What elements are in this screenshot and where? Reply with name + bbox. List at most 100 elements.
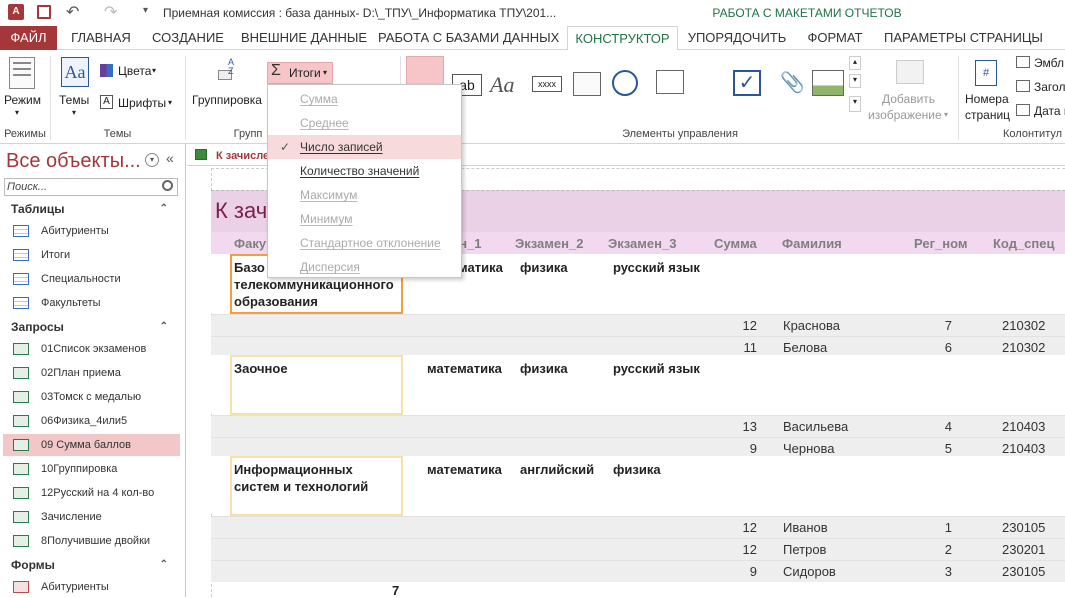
colors-chevron-icon[interactable]: ▾ — [152, 66, 156, 75]
tab-file[interactable]: ФАЙЛ — [0, 26, 57, 50]
search-icon[interactable] — [162, 180, 173, 191]
hyperlink-icon[interactable] — [612, 70, 638, 96]
attachment-icon[interactable]: 📎 — [780, 70, 805, 95]
page-numbers-button-line2[interactable]: страниц — [965, 108, 1010, 122]
button-control-icon[interactable]: xxxx — [532, 76, 562, 92]
tab-page-setup[interactable]: ПАРАМЕТРЫ СТРАНИЦЫ — [884, 26, 1043, 50]
totals-menu-item[interactable]: ✓ Число записей — [268, 135, 461, 159]
column-header[interactable]: Сумма — [714, 236, 757, 251]
reg-number-value[interactable]: 7 — [922, 318, 952, 333]
page-numbers-icon[interactable]: # — [975, 60, 997, 86]
column-header[interactable]: Код_спец — [993, 236, 1055, 251]
nav-collapse-icon[interactable]: « — [166, 150, 174, 166]
reg-number-value[interactable]: 4 — [922, 419, 952, 434]
collapse-chevron-icon[interactable]: ⌃ — [160, 316, 168, 338]
nav-item[interactable]: Итоги — [3, 244, 180, 266]
nav-item[interactable]: 10Группировка — [3, 458, 180, 480]
web-browser-control-icon[interactable] — [656, 70, 684, 94]
nav-menu-chevron-icon[interactable]: ▾ — [145, 153, 159, 167]
nav-item[interactable]: 02План приема — [3, 362, 180, 384]
view-mode-button[interactable]: Режим — [4, 93, 41, 107]
tab-database-tools[interactable]: РАБОТА С БАЗАМИ ДАННЫХ — [378, 26, 559, 50]
exam-name[interactable]: английский — [520, 462, 594, 477]
themes-chevron-icon[interactable]: ▾ — [72, 108, 76, 117]
grouping-sort-icon[interactable]: AZ — [214, 58, 242, 86]
controls-scroll-down-icon[interactable]: ▾ — [849, 74, 861, 88]
sum-value[interactable]: 11 — [727, 340, 758, 355]
themes-icon[interactable]: Aa — [61, 57, 89, 87]
insert-image-chevron-icon[interactable]: ▾ — [944, 110, 948, 119]
surname-value[interactable]: Петров — [783, 542, 826, 557]
controls-more-icon[interactable]: ▾ — [849, 96, 861, 112]
fonts-chevron-icon[interactable]: ▾ — [168, 98, 172, 107]
tab-create[interactable]: СОЗДАНИЕ — [146, 26, 230, 50]
nav-item[interactable]: 06Физика_4или5 — [3, 410, 180, 432]
exam-name[interactable]: математика — [427, 462, 502, 477]
insert-image-icon[interactable] — [896, 60, 924, 84]
exam-name[interactable]: физика — [520, 361, 568, 376]
logo-icon[interactable] — [1016, 56, 1030, 68]
tab-format[interactable]: ФОРМАТ — [800, 26, 870, 50]
fonts-button[interactable]: Шрифты — [118, 96, 166, 110]
exam-name[interactable]: физика — [520, 260, 568, 275]
view-mode-chevron-icon[interactable]: ▾ — [15, 108, 19, 117]
totals-menu-item[interactable]: Количество значений — [268, 159, 461, 183]
datetime-icon[interactable] — [1016, 104, 1030, 116]
nav-search-input[interactable]: Поиск... — [4, 178, 178, 196]
nav-item[interactable]: Абитуриенты — [3, 576, 180, 598]
title-icon[interactable] — [1016, 80, 1030, 92]
column-header[interactable]: Рег_ном — [914, 236, 967, 251]
specialty-code-value[interactable]: 230105 — [1002, 520, 1045, 535]
logo-button[interactable]: Эмбл — [1034, 56, 1064, 70]
surname-value[interactable]: Чернова — [783, 441, 835, 456]
checkbox-control-icon[interactable]: ✓ — [733, 70, 761, 96]
reg-number-value[interactable]: 5 — [922, 441, 952, 456]
exam-name[interactable]: русский язык — [613, 361, 700, 376]
tab-home[interactable]: ГЛАВНАЯ — [64, 26, 138, 50]
fonts-icon[interactable]: A — [100, 95, 113, 109]
tab-design[interactable]: КОНСТРУКТОР — [567, 26, 678, 51]
surname-value[interactable]: Сидоров — [783, 564, 836, 579]
redo-icon[interactable]: ↷ — [104, 2, 117, 22]
nav-item[interactable]: Специальности — [3, 268, 180, 290]
nav-section-header[interactable]: Формы ⌃ — [0, 554, 182, 576]
reg-number-value[interactable]: 1 — [922, 520, 952, 535]
nav-item[interactable]: 12Русский на 4 кол-во — [3, 482, 180, 504]
reg-number-value[interactable]: 3 — [922, 564, 952, 579]
column-header[interactable]: Факу — [234, 236, 266, 251]
themes-button[interactable]: Темы — [59, 93, 89, 107]
sum-value[interactable]: 12 — [727, 542, 757, 557]
tab-control-icon[interactable] — [573, 72, 601, 96]
save-icon[interactable] — [37, 5, 51, 19]
sum-value[interactable]: 12 — [727, 318, 757, 333]
undo-icon[interactable]: ↶ — [66, 2, 79, 22]
nav-pane-title[interactable]: Все объекты... — [6, 150, 141, 173]
specialty-code-value[interactable]: 210403 — [1002, 441, 1045, 456]
column-header[interactable]: Фамилия — [782, 236, 842, 251]
quick-access-dropdown-icon[interactable]: ▾ — [143, 5, 148, 16]
surname-value[interactable]: Краснова — [783, 318, 840, 333]
nav-item[interactable]: 03Томск с медалью — [3, 386, 180, 408]
column-header[interactable]: Экзамен_3 — [608, 236, 676, 251]
grouping-button[interactable]: Группировка — [192, 93, 262, 107]
nav-item[interactable]: 8Получившие двойки — [3, 530, 180, 552]
specialty-code-value[interactable]: 210302 — [1002, 340, 1045, 355]
colors-button[interactable]: Цвета — [118, 64, 151, 78]
column-header[interactable]: Экзамен_2 — [515, 236, 583, 251]
surname-value[interactable]: Белова — [783, 340, 827, 355]
sum-value[interactable]: 12 — [727, 520, 757, 535]
surname-value[interactable]: Иванов — [783, 520, 828, 535]
surname-value[interactable]: Васильева — [783, 419, 848, 434]
exam-name[interactable]: физика — [613, 462, 661, 477]
collapse-chevron-icon[interactable]: ⌃ — [160, 554, 168, 576]
exam-name[interactable]: русский язык — [613, 260, 700, 275]
sum-value[interactable]: 9 — [727, 441, 757, 456]
sum-value[interactable]: 9 — [727, 564, 757, 579]
report-title[interactable]: К зач — [215, 198, 267, 224]
page-numbers-button-line1[interactable]: Номера — [965, 92, 1009, 106]
reg-number-value[interactable]: 6 — [922, 340, 952, 355]
insert-image-button-line1[interactable]: Добавить — [882, 92, 935, 106]
tab-arrange[interactable]: УПОРЯДОЧИТЬ — [686, 26, 788, 50]
nav-item[interactable]: Зачисление — [3, 506, 180, 528]
colors-icon[interactable] — [100, 64, 113, 77]
